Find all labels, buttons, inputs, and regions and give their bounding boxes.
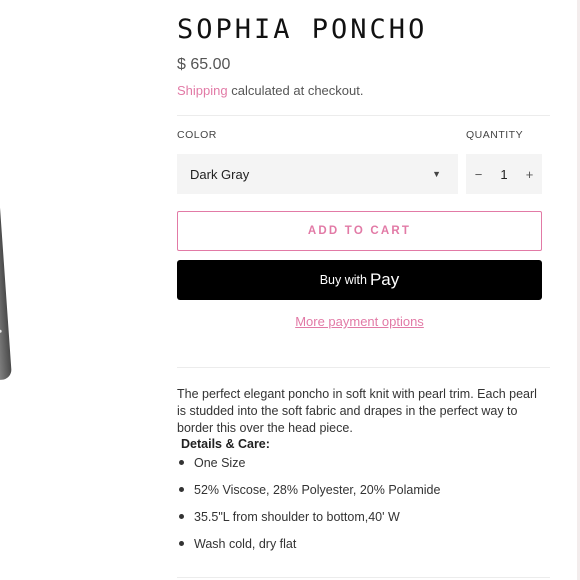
shipping-note: Shipping calculated at checkout. (177, 83, 363, 98)
list-item: 35.5"L from shoulder to bottom,40' W (177, 510, 542, 537)
add-to-cart-button[interactable]: ADD TO CART (177, 211, 542, 251)
quantity-increase-button[interactable]: + (517, 167, 542, 182)
product-price: $ 65.00 (177, 56, 231, 73)
details-list: One Size 52% Viscose, 28% Polyester, 20%… (177, 456, 542, 564)
apple-pay-button[interactable]: Buy with Pay (177, 260, 542, 300)
list-item: 52% Viscose, 28% Polyester, 20% Polamide (177, 483, 542, 510)
quantity-label: QUANTITY (466, 129, 524, 141)
details-heading: Details & Care: (181, 437, 270, 451)
pay-label: Pay (369, 270, 400, 289)
more-payment-options-link[interactable]: More payment options (177, 314, 542, 329)
quantity-stepper: − 1 + (466, 154, 542, 194)
color-select-value: Dark Gray (190, 166, 250, 182)
shipping-link[interactable]: Shipping (177, 83, 228, 98)
buy-with-label: Buy with (319, 273, 367, 287)
color-select[interactable]: Dark Gray ▼ (177, 154, 458, 194)
color-label: COLOR (177, 129, 217, 141)
quantity-decrease-button[interactable]: − (466, 167, 491, 182)
divider (177, 115, 550, 116)
caret-down-icon: ▼ (432, 169, 441, 179)
pearl-dot (0, 329, 2, 333)
divider (177, 577, 550, 578)
product-title: SOPHIA PONCHO (177, 14, 428, 45)
shipping-text: calculated at checkout. (227, 83, 364, 98)
list-item: One Size (177, 456, 542, 483)
product-description: The perfect elegant poncho in soft knit … (177, 387, 537, 435)
quantity-input[interactable]: 1 (492, 167, 517, 182)
divider (177, 367, 550, 368)
list-item: Wash cold, dry flat (177, 537, 542, 564)
product-image[interactable] (0, 149, 13, 381)
